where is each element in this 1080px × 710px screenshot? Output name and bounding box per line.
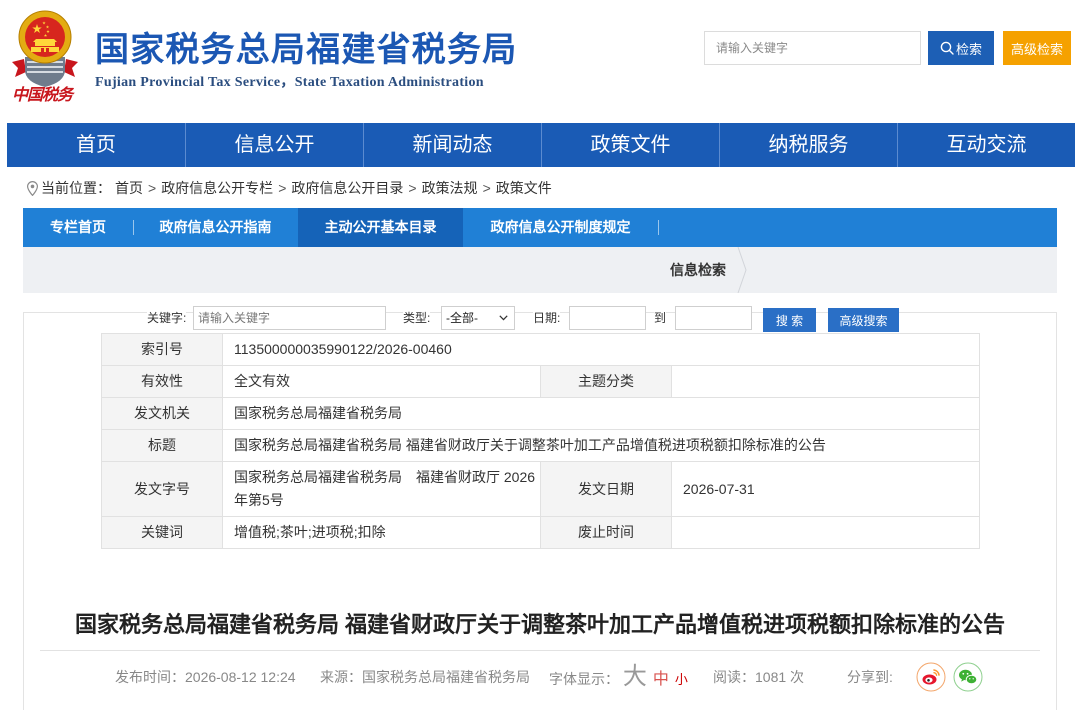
nav-item-info-disclosure[interactable]: 信息公开 xyxy=(185,123,363,167)
location-pin-icon xyxy=(27,180,38,196)
tab-disclosure-guide[interactable]: 政府信息公开指南 xyxy=(133,208,298,247)
tab-disclosure-rules[interactable]: 政府信息公开制度规定 xyxy=(463,208,658,247)
keyword-input[interactable] xyxy=(193,306,386,330)
info-row-document-number: 发文字号 国家税务总局福建省税务局 福建省财政厅 2026年第5号 发文日期 2… xyxy=(101,461,981,517)
font-size-control: 字体显示： 大中小 xyxy=(549,663,688,691)
share-label: 分享到: xyxy=(847,669,893,685)
article-title: 国家税务总局福建省税务局 福建省财政厅关于调整茶叶加工产品增值税进项税额扣除标准… xyxy=(74,612,1006,637)
views-unit: 次 xyxy=(790,669,805,685)
info-row-issuing-agency: 发文机关 国家税务总局福建省税务局 xyxy=(101,397,981,430)
view-count: 阅读：1081 次 xyxy=(713,663,804,691)
info-label: 关键词 xyxy=(101,516,223,549)
site-title: 国家税务总局福建省税务局 xyxy=(95,31,518,69)
info-value: 全文有效 xyxy=(222,365,541,398)
info-search-tab[interactable]: 信息检索 xyxy=(670,247,726,293)
publish-time-label: 发布时间： xyxy=(115,669,185,685)
type-select[interactable]: -全部- xyxy=(441,306,515,330)
info-value: 国家税务总局福建省税务局 xyxy=(221,397,981,430)
breadcrumb-label: 当前位置： xyxy=(41,180,111,196)
advanced-search-button[interactable]: 高级检索 xyxy=(1003,31,1071,65)
font-size-large[interactable]: 大 xyxy=(623,663,647,690)
nav-item-policy-documents[interactable]: 政策文件 xyxy=(541,123,719,167)
tab-divider xyxy=(658,220,659,235)
breadcrumb-item-regulations[interactable]: 政策法规 xyxy=(422,179,478,197)
info-label: 发文日期 xyxy=(540,461,672,517)
info-value xyxy=(670,516,981,549)
nav-item-home[interactable]: 首页 xyxy=(7,123,185,167)
font-size-label: 字体显示： xyxy=(549,671,619,687)
type-label: 类型: xyxy=(403,307,431,329)
document-info-table: 索引号 113500000035990122/2026-00460 有效性 全文… xyxy=(101,333,981,549)
wechat-icon[interactable] xyxy=(953,662,983,692)
nav-item-tax-services[interactable]: 纳税服务 xyxy=(719,123,897,167)
breadcrumb-item-home[interactable]: 首页 xyxy=(115,179,143,197)
sub-navigation-band: 信息检索 xyxy=(23,247,1057,293)
info-label: 发文字号 xyxy=(101,461,223,517)
info-label: 废止时间 xyxy=(540,516,672,549)
info-value: 增值税;茶叶;进项税;扣除 xyxy=(222,516,541,549)
main-nav: 首页 信息公开 新闻动态 政策文件 纳税服务 互动交流 xyxy=(7,123,1075,167)
date-to-input[interactable] xyxy=(675,306,752,330)
weibo-icon[interactable] xyxy=(916,662,946,692)
info-label: 标题 xyxy=(101,429,223,462)
tab-basic-catalog[interactable]: 主动公开基本目录 xyxy=(298,208,463,247)
search-input[interactable] xyxy=(704,31,921,65)
logo-lettering: 中国税务 xyxy=(12,87,73,104)
info-label: 索引号 xyxy=(101,333,223,366)
info-value: 国家税务总局福建省税务局 福建省财政厅 2026年第5号 xyxy=(222,461,541,517)
breadcrumb-separator: > xyxy=(408,180,417,196)
national-emblem-icon xyxy=(12,10,78,87)
nav-item-news[interactable]: 新闻动态 xyxy=(363,123,541,167)
views-label: 阅读： xyxy=(713,669,755,685)
breadcrumb-item-policy-documents[interactable]: 政策文件 xyxy=(496,179,552,197)
column-tab-bar: 专栏首页 政府信息公开指南 主动公开基本目录 政府信息公开制度规定 xyxy=(23,208,1057,247)
search-button[interactable]: 检索 xyxy=(928,31,994,65)
article-source: 来源：国家税务总局福建省税务局 xyxy=(320,663,530,691)
breadcrumb: 当前位置： 首页 > 政府信息公开专栏 > 政府信息公开目录 > 政策法规 > … xyxy=(27,179,552,197)
source-value: 国家税务总局福建省税务局 xyxy=(362,669,530,685)
info-value: 2026-07-31 xyxy=(670,461,981,517)
views-value: 1081 xyxy=(755,669,787,685)
info-label: 发文机关 xyxy=(101,397,223,430)
font-size-small[interactable]: 小 xyxy=(675,672,688,687)
font-size-medium[interactable]: 中 xyxy=(653,671,669,688)
date-to-label: 到 xyxy=(654,307,667,329)
type-select-value: -全部- xyxy=(446,311,478,325)
search-icon xyxy=(940,41,954,55)
breadcrumb-item-disclosure-column[interactable]: 政府信息公开专栏 xyxy=(161,179,273,197)
breadcrumb-separator: > xyxy=(278,180,287,196)
info-value: 国家税务总局福建省税务局 福建省财政厅关于调整茶叶加工产品增值税进项税额扣除标准… xyxy=(221,429,981,462)
info-label: 主题分类 xyxy=(540,365,672,398)
divider xyxy=(40,650,1040,651)
breadcrumb-item-disclosure-catalog[interactable]: 政府信息公开目录 xyxy=(291,179,403,197)
date-label: 日期: xyxy=(533,307,561,329)
info-value: 113500000035990122/2026-00460 xyxy=(221,333,981,366)
page: 中国税务 国家税务总局福建省税务局 Fujian Provincial Tax … xyxy=(0,0,1080,710)
info-value xyxy=(670,365,981,398)
publish-time: 发布时间：2026-08-12 12:24 xyxy=(115,663,296,691)
chevron-right-icon xyxy=(737,247,747,293)
info-row-title: 标题 国家税务总局福建省税务局 福建省财政厅关于调整茶叶加工产品增值税进项税额扣… xyxy=(101,429,981,462)
source-label: 来源： xyxy=(320,669,362,685)
info-label: 有效性 xyxy=(101,365,223,398)
breadcrumb-separator: > xyxy=(148,180,157,196)
publish-time-value: 2026-08-12 12:24 xyxy=(185,669,296,685)
nav-item-interaction[interactable]: 互动交流 xyxy=(897,123,1075,167)
filter-advanced-search-button[interactable]: 高级搜索 xyxy=(828,308,899,332)
site-subtitle: Fujian Provincial Tax Service，State Taxa… xyxy=(95,75,484,90)
chevron-down-icon xyxy=(499,315,508,321)
info-row-index-number: 索引号 113500000035990122/2026-00460 xyxy=(101,333,981,366)
breadcrumb-separator: > xyxy=(482,180,491,196)
date-from-input[interactable] xyxy=(569,306,646,330)
info-row-keywords: 关键词 增值税;茶叶;进项税;扣除 废止时间 xyxy=(101,516,981,549)
filter-search-button[interactable]: 搜 索 xyxy=(763,308,816,332)
search-button-label: 检索 xyxy=(955,41,982,57)
tab-column-home[interactable]: 专栏首页 xyxy=(23,208,133,247)
site-logo[interactable]: 中国税务 xyxy=(6,8,84,110)
keyword-label: 关键字: xyxy=(147,307,187,329)
info-row-validity: 有效性 全文有效 主题分类 xyxy=(101,365,981,398)
